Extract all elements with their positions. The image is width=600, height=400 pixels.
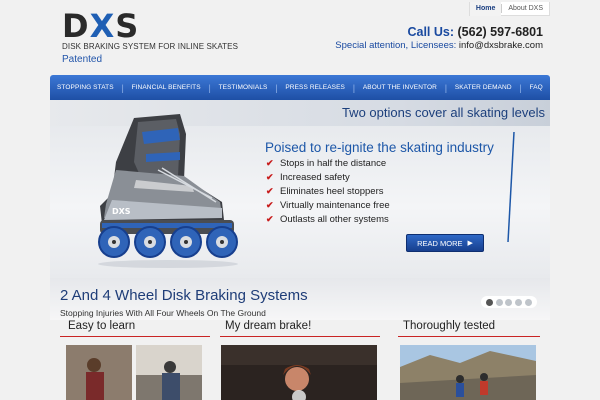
slider-dot[interactable] xyxy=(505,298,513,306)
testimonial-video-still xyxy=(221,345,377,400)
slider-pagination xyxy=(481,296,537,308)
hero-divider-line xyxy=(507,132,515,243)
top-nav: Home About DXS xyxy=(468,1,550,16)
logo-letter-d: D xyxy=(62,7,90,45)
card-title-dream-brake: My dream brake! xyxy=(225,320,312,332)
skate-brand-text: DXS xyxy=(112,207,131,216)
nav-divider: | xyxy=(208,82,211,93)
list-item: ✔ Stops in half the distance xyxy=(266,156,390,170)
email-link[interactable]: info@dxsbrake.com xyxy=(459,40,543,51)
check-icon: ✔ xyxy=(266,199,274,210)
patented-label: Patented xyxy=(62,54,103,65)
two-options-text: Two options cover all skating levels xyxy=(341,105,545,120)
skaters-photo xyxy=(66,345,202,400)
special-attention: Special attention, Licensees: info@dxsbr… xyxy=(335,40,543,51)
inline-skate-image: DXS xyxy=(98,114,238,268)
slider-dot[interactable] xyxy=(515,298,523,306)
video-dream-brake[interactable] xyxy=(221,345,377,400)
about-link[interactable]: About DXS xyxy=(502,2,549,16)
slider-dot[interactable] xyxy=(495,298,503,306)
card-divider xyxy=(398,336,540,337)
list-item: ✔ Increased safety xyxy=(266,170,390,184)
section-header: 2 And 4 Wheel Disk Braking Systems Stopp… xyxy=(50,278,550,320)
read-more-label: READ MORE xyxy=(417,238,463,248)
logo[interactable]: DXS xyxy=(62,10,139,42)
nav-divider: | xyxy=(352,82,356,93)
logo-letter-x: X xyxy=(89,7,116,45)
feature-text: Virtually maintenance free xyxy=(280,199,390,211)
home-link[interactable]: Home xyxy=(469,1,502,16)
site-header: DXS DISK BRAKING SYSTEM FOR INLINE SKATE… xyxy=(0,0,600,74)
nav-item-testimonials[interactable]: TESTIMONIALS xyxy=(219,84,268,91)
main-nav: STOPPING STATS | FINANCIAL BENEFITS | TE… xyxy=(50,75,550,100)
check-icon: ✔ xyxy=(266,213,274,224)
feature-text: Increased safety xyxy=(280,171,350,183)
nav-item-financial-benefits[interactable]: FINANCIAL BENEFITS xyxy=(132,84,201,91)
call-us-label: Call Us: xyxy=(407,25,455,39)
hero-slider: Two options cover all skating levels DXS xyxy=(50,100,550,278)
nav-item-about-inventor[interactable]: ABOUT THE INVENTOR xyxy=(363,84,437,91)
slider-dot[interactable] xyxy=(524,298,532,306)
feature-text: Eliminates heel stoppers xyxy=(280,185,384,197)
feature-text: Outlasts all other systems xyxy=(280,213,389,225)
feature-list: ✔ Stops in half the distance ✔ Increased s… xyxy=(266,156,390,226)
hero-headline: Poised to re-ignite the skating industry xyxy=(265,140,494,155)
nav-item-skater-demand[interactable]: SKATER DEMAND xyxy=(455,84,512,91)
feature-text: Stops in half the distance xyxy=(280,157,387,169)
phone-number[interactable]: (562) 597-6801 xyxy=(458,25,543,39)
section-subtitle: Stopping Injuries With All Four Wheels O… xyxy=(60,308,266,318)
check-icon: ✔ xyxy=(266,185,274,196)
nav-divider: | xyxy=(275,82,278,93)
call-us: Call Us: (562) 597-6801 xyxy=(407,25,543,39)
card-title-thoroughly-tested: Thoroughly tested xyxy=(403,320,496,332)
arrow-right-icon: ▶ xyxy=(467,240,473,247)
photo-thoroughly-tested[interactable] xyxy=(400,345,536,400)
list-item: ✔ Outlasts all other systems xyxy=(266,212,390,226)
nav-divider: | xyxy=(519,82,522,93)
slider-dot[interactable] xyxy=(486,298,494,306)
hill-skating-photo xyxy=(400,345,536,400)
logo-letter-s: S xyxy=(115,7,140,45)
card-title-easy-to-learn: Easy to learn xyxy=(68,320,136,332)
list-item: ✔ Eliminates heel stoppers xyxy=(266,184,390,198)
nav-divider: | xyxy=(444,82,448,93)
special-attention-label: Special attention, Licensees: xyxy=(335,40,457,51)
card-divider xyxy=(220,336,380,337)
nav-item-stopping-stats[interactable]: STOPPING STATS xyxy=(57,84,114,91)
nav-divider: | xyxy=(121,82,124,93)
check-icon: ✔ xyxy=(266,157,274,168)
card-divider xyxy=(60,336,210,337)
read-more-button[interactable]: READ MORE ▶ xyxy=(406,234,484,252)
tagline: DISK BRAKING SYSTEM FOR INLINE SKATES xyxy=(62,42,239,51)
nav-item-press-releases[interactable]: PRESS RELEASES xyxy=(285,84,345,91)
section-title: 2 And 4 Wheel Disk Braking Systems xyxy=(60,287,308,304)
photo-easy-to-learn[interactable] xyxy=(66,345,202,400)
nav-item-faq[interactable]: FAQ xyxy=(530,84,543,91)
check-icon: ✔ xyxy=(266,171,274,182)
list-item: ✔ Virtually maintenance free xyxy=(266,198,390,212)
